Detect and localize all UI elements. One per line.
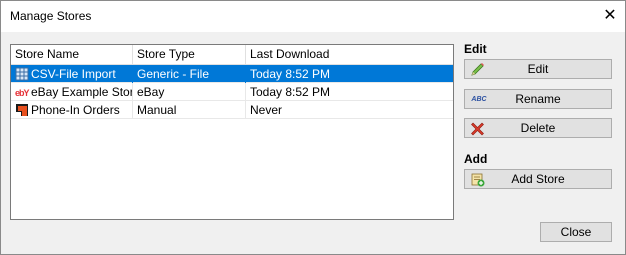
table-row[interactable]: CSV-File Import Generic - File Today 8:5…: [11, 65, 453, 83]
delete-button[interactable]: Delete: [464, 118, 612, 138]
stores-list[interactable]: Store Name Store Type Last Download CSV-…: [10, 44, 454, 220]
edit-button[interactable]: Edit: [464, 59, 612, 79]
delete-button-label: Delete: [520, 121, 556, 135]
list-header: Store Name Store Type Last Download: [11, 45, 453, 65]
rename-button[interactable]: ABC Rename: [464, 89, 612, 109]
table-row[interactable]: Phone-In Orders Manual Never: [11, 101, 453, 119]
table-row[interactable]: ebY eBay Example Store eBay Today 8:52 P…: [11, 83, 453, 101]
pencil-icon: [471, 63, 484, 76]
column-header-store-name[interactable]: Store Name: [11, 45, 133, 64]
manual-order-icon: [16, 104, 28, 116]
ebay-logo-icon: ebY: [15, 88, 29, 98]
title-bar: Manage Stores ✕: [1, 1, 625, 32]
manage-stores-window: Manage Stores ✕ Store Name Store Type La…: [0, 0, 626, 255]
add-store-button-label: Add Store: [511, 172, 565, 186]
add-store-button[interactable]: Add Store: [464, 169, 612, 189]
store-type-cell: Generic - File: [133, 65, 246, 83]
red-x-icon: [471, 122, 484, 136]
edit-button-label: Edit: [527, 62, 549, 76]
add-store-icon: [471, 173, 485, 187]
text-abc-icon: ABC: [471, 96, 487, 103]
store-name-text: CSV-File Import: [31, 67, 116, 81]
last-download-cell: Today 8:52 PM: [250, 85, 331, 99]
store-name-cell: ebY eBay Example Store: [11, 83, 133, 101]
last-download-cell: Today 8:52 PM: [250, 67, 331, 81]
store-name-cell: Phone-In Orders: [11, 101, 133, 119]
close-icon[interactable]: ✕: [599, 6, 621, 26]
close-button[interactable]: Close: [540, 222, 612, 242]
window-title: Manage Stores: [10, 9, 92, 23]
last-download-cell: Never: [250, 103, 283, 117]
store-name-cell: CSV-File Import: [11, 65, 133, 83]
store-type-cell: eBay: [133, 83, 246, 101]
csv-file-icon: [15, 67, 29, 81]
store-type-cell: Manual: [133, 101, 246, 119]
add-section-title: Add: [464, 152, 488, 166]
rename-button-label: Rename: [515, 92, 561, 106]
column-header-last-download[interactable]: Last Download: [246, 45, 453, 64]
column-header-store-type[interactable]: Store Type: [133, 45, 246, 64]
store-name-text: eBay Example Store: [31, 85, 133, 99]
store-name-text: Phone-In Orders: [31, 103, 120, 117]
edit-section-title: Edit: [464, 42, 487, 56]
